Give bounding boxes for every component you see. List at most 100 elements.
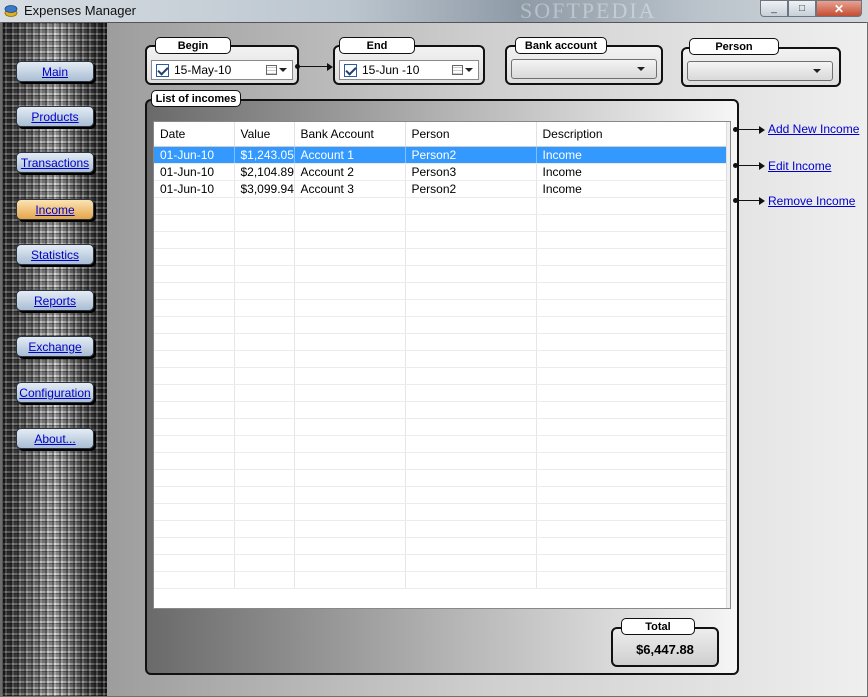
nav-products-button[interactable]: Products xyxy=(16,106,94,127)
empty-cell xyxy=(154,418,235,436)
empty-row xyxy=(154,316,727,334)
end-checkbox[interactable] xyxy=(344,63,357,77)
chevron-down-icon[interactable] xyxy=(279,68,287,72)
description-cell: Income xyxy=(536,163,727,181)
maximize-button[interactable]: □ xyxy=(788,0,816,17)
bank-account-cell: Account 3 xyxy=(294,180,406,198)
minimize-button[interactable]: _ xyxy=(760,0,788,17)
nav-transactions-button[interactable]: Transactions xyxy=(16,152,94,173)
empty-cell xyxy=(294,282,406,300)
empty-cell xyxy=(536,299,727,317)
date-cell: 01-Jun-10 xyxy=(154,146,235,164)
empty-cell xyxy=(294,231,406,249)
window-title: Expenses Manager xyxy=(24,3,137,18)
table-row[interactable]: 01-Jun-10 $2,104.89 Account 2 Person3 Income xyxy=(154,163,727,181)
nav-exchange-button[interactable]: Exchange xyxy=(16,336,94,357)
empty-cell xyxy=(234,486,295,504)
empty-cell xyxy=(294,384,406,402)
bank-account-select[interactable] xyxy=(511,59,657,79)
watermark: SOFTPEDIA xyxy=(520,0,657,23)
empty-row xyxy=(154,537,727,555)
empty-cell xyxy=(154,299,235,317)
empty-cell xyxy=(234,452,295,470)
table-row[interactable]: 01-Jun-10 $3,099.94 Account 3 Person2 Income xyxy=(154,180,727,198)
empty-row xyxy=(154,503,727,521)
person-select[interactable] xyxy=(687,61,833,81)
bank-account-cell: Account 1 xyxy=(294,146,406,164)
empty-cell xyxy=(294,503,406,521)
remove-income-link[interactable]: Remove Income xyxy=(768,194,855,208)
empty-cell xyxy=(234,231,295,249)
empty-cell xyxy=(154,316,235,334)
empty-cell xyxy=(154,554,235,572)
empty-cell xyxy=(536,316,727,334)
empty-cell xyxy=(294,571,406,589)
incomes-table[interactable]: Date Value Bank Account Person Descripti… xyxy=(153,121,731,609)
empty-cell xyxy=(405,248,537,266)
empty-cell xyxy=(234,299,295,317)
empty-cell xyxy=(405,537,537,555)
empty-cell xyxy=(294,452,406,470)
calendar-icon[interactable] xyxy=(452,65,463,75)
nav-about-button[interactable]: About... xyxy=(16,428,94,449)
empty-cell xyxy=(294,197,406,215)
main-panel: 15-May-10 Begin 15-Jun -10 End Bank acco… xyxy=(107,23,867,696)
empty-cell xyxy=(234,520,295,538)
empty-row xyxy=(154,435,727,453)
close-button[interactable]: ✕ xyxy=(816,0,862,17)
column-header-bank-account[interactable]: Bank Account xyxy=(294,122,406,147)
chevron-down-icon[interactable] xyxy=(813,69,821,73)
nav-main-button[interactable]: Main xyxy=(16,61,94,82)
nav-income-button[interactable]: Income xyxy=(16,199,94,220)
empty-cell xyxy=(234,435,295,453)
chevron-down-icon[interactable] xyxy=(637,67,645,71)
begin-label: Begin xyxy=(155,37,231,54)
date-cell: 01-Jun-10 xyxy=(154,180,235,198)
person-cell: Person2 xyxy=(405,180,537,198)
begin-checkbox[interactable] xyxy=(156,63,169,77)
begin-date-picker[interactable]: 15-May-10 xyxy=(151,60,293,80)
empty-cell xyxy=(405,520,537,538)
empty-cell xyxy=(234,265,295,283)
table-header-row: Date Value Bank Account Person Descripti… xyxy=(154,122,727,147)
nav-reports-button[interactable]: Reports xyxy=(16,290,94,311)
empty-cell xyxy=(294,554,406,572)
empty-cell xyxy=(234,469,295,487)
empty-cell xyxy=(154,571,235,589)
vertical-scrollbar[interactable] xyxy=(726,122,730,608)
empty-cell xyxy=(294,350,406,368)
empty-cell xyxy=(405,299,537,317)
list-title: List of incomes xyxy=(151,90,241,107)
empty-cell xyxy=(294,401,406,419)
empty-row xyxy=(154,554,727,572)
empty-cell xyxy=(405,571,537,589)
empty-cell xyxy=(234,350,295,368)
empty-cell xyxy=(536,486,727,504)
bank-account-label: Bank account xyxy=(515,37,607,54)
empty-cell xyxy=(405,401,537,419)
add-income-link[interactable]: Add New Income xyxy=(768,122,859,136)
calendar-icon[interactable] xyxy=(266,65,277,75)
empty-cell xyxy=(405,350,537,368)
edit-income-link[interactable]: Edit Income xyxy=(768,159,831,173)
nav-configuration-button[interactable]: Configuration xyxy=(16,382,94,403)
end-date-picker[interactable]: 15-Jun -10 xyxy=(339,60,479,80)
empty-cell xyxy=(294,469,406,487)
empty-row xyxy=(154,333,727,351)
column-header-person[interactable]: Person xyxy=(405,122,537,147)
column-header-date[interactable]: Date xyxy=(154,122,235,147)
empty-cell xyxy=(405,265,537,283)
nav-statistics-button[interactable]: Statistics xyxy=(16,244,94,265)
column-header-description[interactable]: Description xyxy=(536,122,727,147)
column-header-value[interactable]: Value xyxy=(234,122,295,147)
chevron-down-icon[interactable] xyxy=(465,68,473,72)
person-cell: Person2 xyxy=(405,146,537,164)
empty-cell xyxy=(294,435,406,453)
connector-line xyxy=(737,129,759,130)
end-date-value: 15-Jun -10 xyxy=(362,63,420,77)
table-row[interactable]: 01-Jun-10 $1,243.05 Account 1 Person2 Income xyxy=(154,146,727,164)
client-area: Main Products Transactions Income Statis… xyxy=(2,22,867,696)
empty-cell xyxy=(405,435,537,453)
empty-cell xyxy=(294,214,406,232)
empty-cell xyxy=(536,435,727,453)
